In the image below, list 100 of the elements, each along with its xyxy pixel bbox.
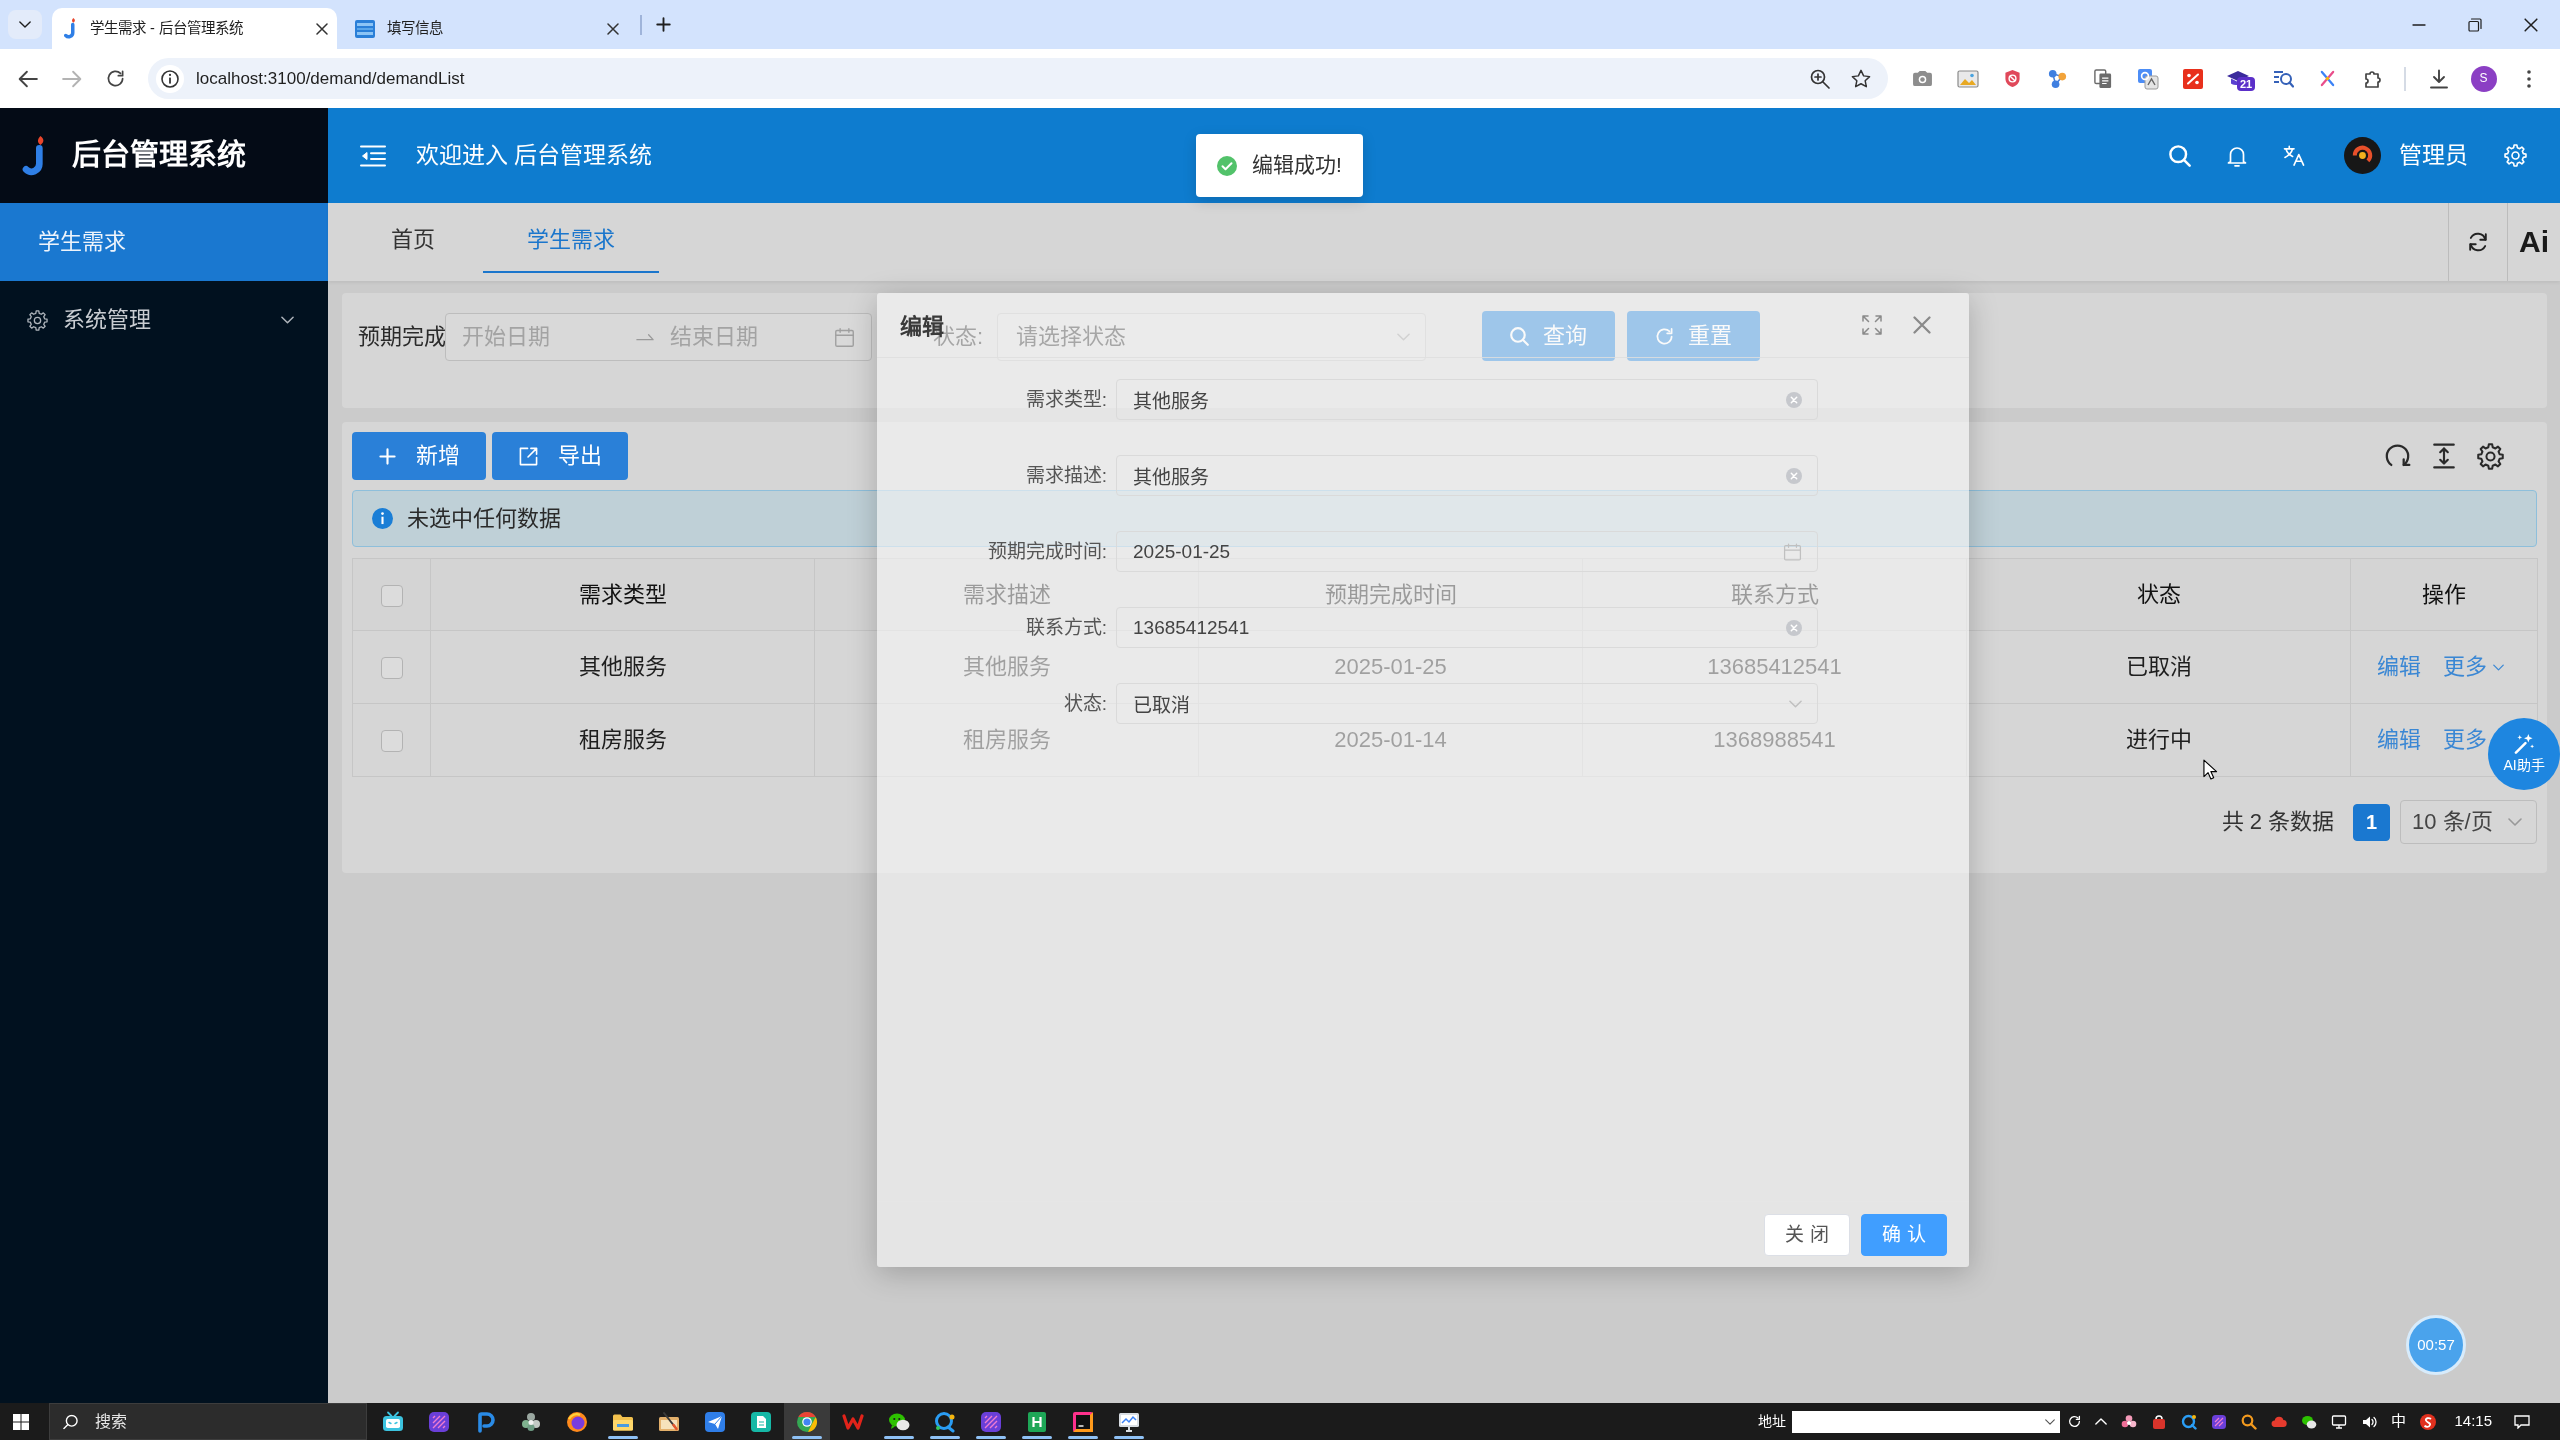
browser-tab[interactable]: 学生需求 - 后台管理系统 <box>52 8 337 49</box>
flower-icon <box>520 1410 542 1433</box>
chat-ring-icon[interactable] <box>2181 1413 2198 1430</box>
page-tab[interactable]: 首页 <box>347 203 479 273</box>
avatar-icon[interactable] <box>2344 137 2381 174</box>
search-icon[interactable] <box>2241 1413 2258 1430</box>
chevron-down-icon[interactable] <box>2045 1418 2056 1425</box>
text-field[interactable]: 其他服务 <box>1116 379 1818 420</box>
search-icon <box>1510 326 1530 346</box>
more-vertical-icon[interactable] <box>2526 69 2531 88</box>
address-label: 地址 <box>1758 1412 1787 1431</box>
documents-icon[interactable] <box>2093 68 2112 89</box>
address-field[interactable] <box>1792 1410 2061 1433</box>
chevron-down-icon <box>2508 818 2522 826</box>
brush-folder-icon <box>658 1410 680 1433</box>
table-cell: 租房服务 <box>430 703 815 777</box>
notification-icon[interactable] <box>2514 1414 2530 1429</box>
browser-tab[interactable]: 填写信息 <box>343 8 628 49</box>
s-logo-icon[interactable] <box>2420 1413 2437 1430</box>
export-icon <box>519 446 538 466</box>
column-header: 状态 <box>1966 558 2351 631</box>
close-icon[interactable] <box>607 22 619 35</box>
add-button[interactable]: 新增 <box>352 432 486 480</box>
chevron-up-icon[interactable] <box>2095 1418 2108 1425</box>
user-name[interactable]: 管理员 <box>2399 141 2468 170</box>
column-height-icon[interactable] <box>2431 443 2457 469</box>
settings-icon[interactable] <box>2477 442 2504 470</box>
search-icon <box>63 1414 78 1429</box>
zoom-in-icon[interactable] <box>1810 68 1830 89</box>
plus-icon[interactable] <box>656 17 671 32</box>
address-bar[interactable]: localhost:3100/demand/demandList <box>148 58 1888 99</box>
field-label: 预期完成 <box>358 323 445 351</box>
bag-icon[interactable] <box>2151 1413 2168 1430</box>
text-field[interactable]: 其他服务 <box>1116 455 1818 496</box>
tab-list-button[interactable] <box>8 10 42 39</box>
minimize-icon[interactable] <box>2412 23 2426 26</box>
download-icon[interactable] <box>2428 68 2449 89</box>
h-tile-icon <box>1026 1410 1048 1433</box>
monitor-icon <box>1118 1410 1140 1433</box>
checkbox[interactable] <box>380 584 403 607</box>
cross-mark-icon[interactable] <box>2320 70 2335 87</box>
chevron-down-icon <box>1397 333 1411 341</box>
column-header: 操作 <box>2350 558 2538 631</box>
network-icon[interactable] <box>2331 1413 2348 1430</box>
mouse-pointer-icon <box>2203 759 2218 781</box>
search-icon[interactable] <box>2169 144 2191 167</box>
connected-nodes-icon[interactable] <box>2047 68 2068 89</box>
checkbox[interactable] <box>380 657 403 680</box>
star-icon[interactable] <box>1851 69 1871 88</box>
checkbox[interactable] <box>380 730 403 753</box>
code-tile-icon <box>1072 1410 1094 1433</box>
form-label: 需求描述: <box>1025 464 1107 486</box>
sidebar-item[interactable]: 系统管理 <box>0 281 328 359</box>
forward-arrow-icon <box>62 69 82 88</box>
taskbar-search-field[interactable]: 搜索 <box>49 1403 367 1440</box>
form-label: 联系方式: <box>1025 616 1107 638</box>
back-arrow-icon[interactable] <box>18 69 38 88</box>
translate-tiles-icon[interactable] <box>2136 67 2159 90</box>
square-logo-icon[interactable] <box>2182 68 2203 89</box>
sidebar-item[interactable]: 学生需求 <box>0 203 328 281</box>
chat-bubbles-icon[interactable] <box>2301 1413 2318 1430</box>
page-button[interactable]: 1 <box>2353 803 2390 841</box>
chat-ring-icon <box>934 1410 956 1433</box>
shield-icon[interactable] <box>2004 69 2021 88</box>
chevron-down-icon <box>19 21 31 28</box>
restore-icon[interactable] <box>2468 17 2482 32</box>
striped-tile-icon[interactable] <box>2211 1413 2228 1430</box>
camera-icon[interactable] <box>1912 70 1933 87</box>
check-circle-icon <box>1217 155 1237 176</box>
page-size-select[interactable]: 10 条/页 <box>2400 800 2537 844</box>
menu-fold-icon[interactable] <box>360 144 386 167</box>
puzzle-icon[interactable] <box>2362 68 2383 89</box>
info-icon[interactable] <box>156 64 184 93</box>
table-cell: 1368988541 <box>1582 703 1967 777</box>
refresh-icon <box>2467 231 2489 253</box>
reload-icon[interactable] <box>106 69 125 88</box>
page-tab[interactable]: 学生需求 <box>483 203 659 273</box>
select-field[interactable]: 已取消 <box>1116 683 1818 724</box>
date-field[interactable]: 2025-01-25 <box>1116 531 1818 572</box>
alert-text: 未选中任何数据 <box>407 504 561 533</box>
taskbar-app[interactable] <box>784 1403 830 1440</box>
close-button[interactable]: 关闭 <box>1764 1213 1850 1256</box>
profile-button[interactable]: S <box>2470 65 2497 92</box>
clock-text: 14:15 <box>2454 1412 2492 1431</box>
input-method-indicator[interactable]: 中 <box>2391 1412 2407 1431</box>
translate-icon[interactable] <box>2283 145 2306 166</box>
select-field[interactable]: 请选择状态 <box>997 313 1427 361</box>
gear-icon <box>27 309 48 331</box>
bell-icon[interactable] <box>2227 144 2247 167</box>
flower-icon[interactable] <box>2121 1413 2138 1430</box>
plus-icon <box>379 447 396 465</box>
close-icon[interactable] <box>316 22 328 35</box>
table-cell: 其他服务 <box>430 630 815 704</box>
export-button[interactable]: 导出 <box>492 432 628 480</box>
form-label: 状态: <box>1063 692 1107 714</box>
image-icon[interactable] <box>1956 69 1979 88</box>
search-document-icon[interactable] <box>2271 68 2294 89</box>
close-icon[interactable] <box>2524 17 2538 32</box>
brand-title: 后台管理系统 <box>72 138 246 174</box>
fullscreen-icon[interactable] <box>1862 315 1882 335</box>
